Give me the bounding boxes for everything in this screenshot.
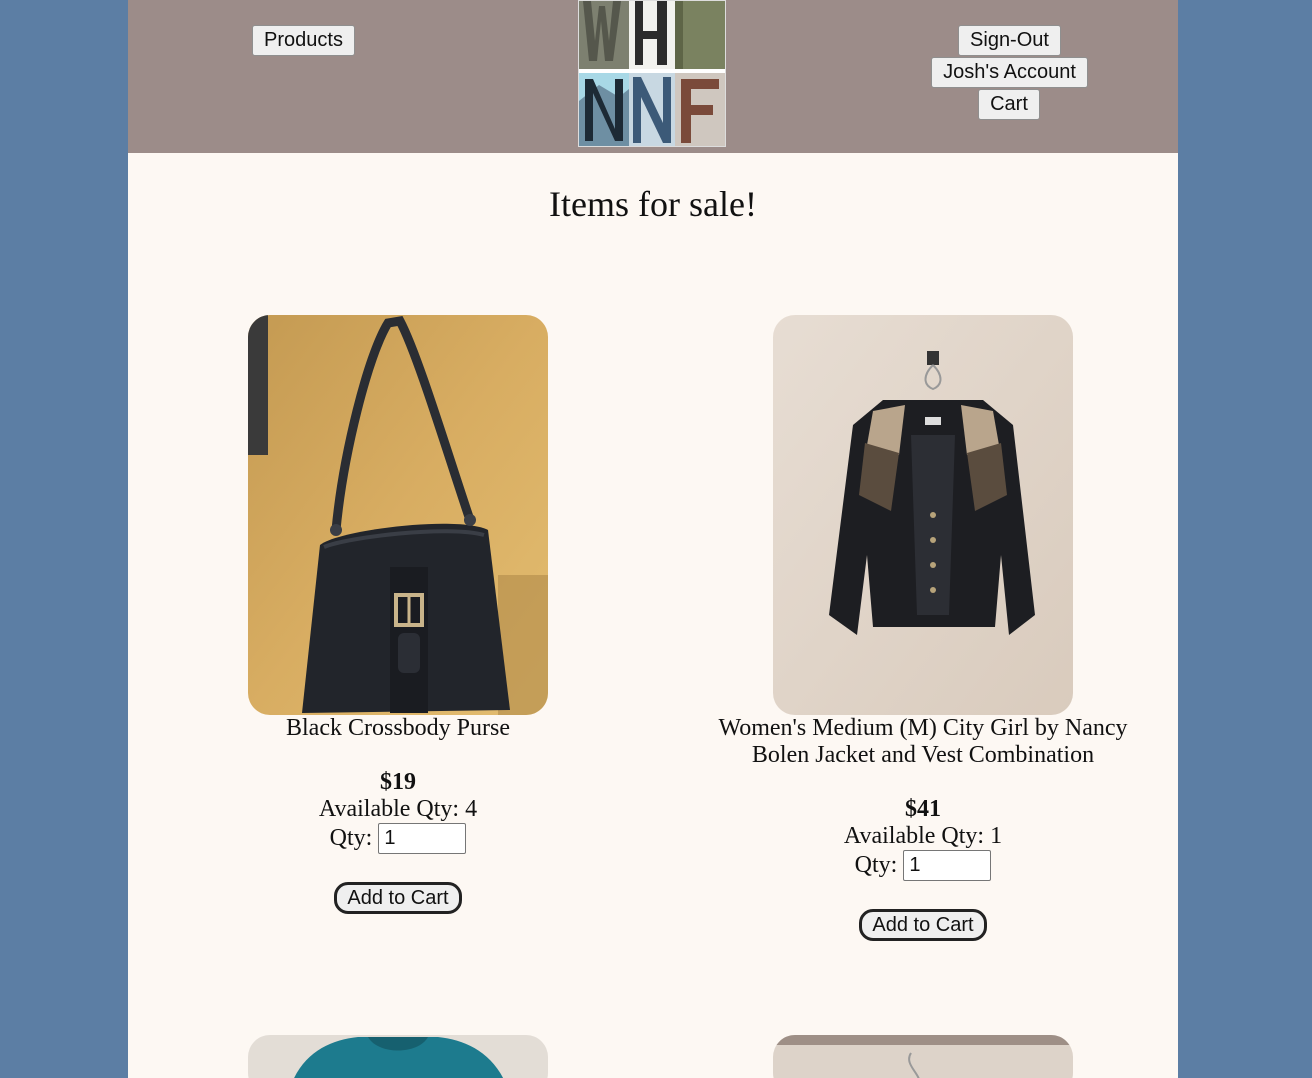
add-to-cart-button[interactable]: Add to Cart [334,882,462,914]
next-item-photo [773,1035,1073,1078]
qty-row: Qty: [693,850,1153,881]
qty-label: Qty: [329,825,373,851]
product-image-teal-sweater[interactable] [248,1035,548,1078]
product-available-qty: Available Qty: 1 [843,823,1003,849]
site-logo[interactable] [578,0,726,147]
qty-input[interactable] [903,850,992,881]
product-image-next-item[interactable] [773,1035,1073,1078]
product-price: $19 [380,769,416,795]
add-to-cart-button[interactable]: Add to Cart [859,909,987,941]
products-button[interactable]: Products [252,25,355,56]
qty-input[interactable] [378,823,467,854]
qty-label: Qty: [854,852,898,878]
product-image-purse[interactable] [248,315,548,715]
product-card: Women's Medium (M) City Girl by Nancy Bo… [693,315,1153,941]
product-name: Women's Medium (M) City Girl by Nancy Bo… [718,715,1128,768]
page-title: Items for sale! [549,184,757,224]
cart-button[interactable]: Cart [978,89,1040,120]
product-image-jacket[interactable] [773,315,1073,715]
account-button[interactable]: Josh's Account [931,57,1088,88]
purse-photo [248,315,548,715]
logo-image [579,1,725,146]
product-price: $41 [905,796,941,822]
qty-row: Qty: [168,823,628,854]
product-name: Black Crossbody Purse [286,715,510,741]
teal-sweater-photo [248,1035,548,1078]
site-header: Products Sign-Out Josh's Account Cart [128,0,1178,153]
signout-button[interactable]: Sign-Out [958,25,1061,56]
product-available-qty: Available Qty: 4 [318,796,478,822]
jacket-photo [773,315,1073,715]
page-container: Products Sign-Out Josh's Account Cart It… [128,0,1178,1078]
product-card: Black Crossbody Purse $19 Available Qty:… [168,315,628,914]
